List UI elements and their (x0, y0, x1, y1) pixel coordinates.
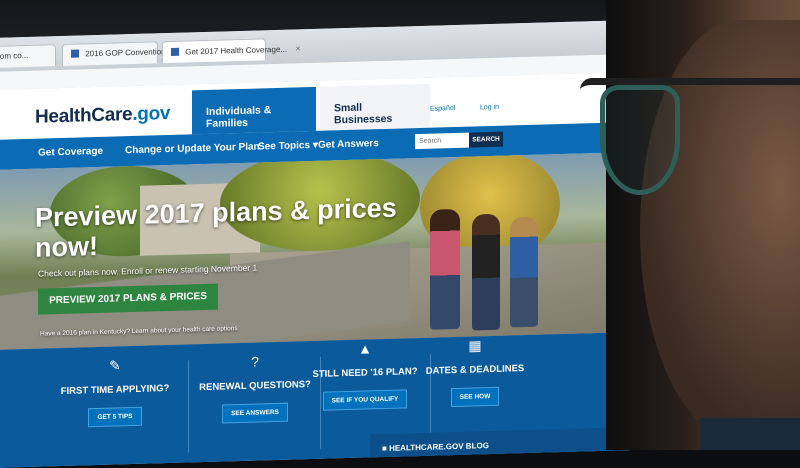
see-answers-button[interactable]: SEE ANSWERS (222, 402, 288, 424)
preview-plans-button[interactable]: PREVIEW 2017 PLANS & PRICES (38, 283, 218, 315)
tab-label: from co... (0, 50, 29, 61)
close-icon[interactable]: × (295, 43, 300, 53)
healthcare-logo[interactable]: HealthCare.gov (35, 103, 170, 129)
search-button[interactable]: SEARCH (469, 131, 503, 148)
blog-title-text: HEALTHCARE.GOV BLOG (389, 441, 489, 453)
nav-get-coverage[interactable]: Get Coverage (38, 146, 103, 159)
calendar-icon: ▦ (468, 337, 482, 354)
browser-tab-active[interactable]: Get 2017 Health Coverage... × (162, 38, 301, 64)
monitor-screen: from co... 2016 GOP Convention - 2... Ge… (0, 20, 630, 468)
blog-box[interactable]: ■ HEALTHCARE.GOV BLOG October 24 (370, 427, 630, 468)
get-tips-button[interactable]: GET 5 TIPS (88, 406, 142, 428)
nav-see-topics[interactable]: See Topics ▾ (258, 140, 318, 153)
browser-tab[interactable]: from co... (0, 44, 56, 69)
card-title: DATES & DEADLINES (425, 363, 525, 377)
tab-small-businesses[interactable]: Small Businesses (320, 83, 430, 131)
divider (188, 360, 189, 453)
person-figure (510, 216, 538, 328)
favicon-icon (71, 49, 79, 58)
hero-banner: Preview 2017 plans & prices now! Check o… (0, 152, 630, 350)
glasses-lens (600, 85, 680, 195)
card-first-time: ✎ FIRST TIME APPLYING? GET 5 TIPS (50, 355, 180, 468)
tab-label: Get 2017 Health Coverage... (185, 44, 288, 57)
browser-tab[interactable]: 2016 GOP Convention - 2... (62, 41, 184, 66)
card-title: FIRST TIME APPLYING? (60, 382, 170, 398)
blog-title: ■ HEALTHCARE.GOV BLOG (382, 441, 489, 453)
pencil-icon: ✎ (109, 357, 121, 374)
login-link[interactable]: Log in (480, 104, 499, 112)
language-link[interactable]: Español (430, 105, 455, 113)
tab-individuals-families[interactable]: Individuals & Families (192, 86, 316, 135)
see-how-button[interactable]: SEE HOW (450, 386, 500, 408)
blog-date: October 24 (384, 459, 414, 466)
search-input[interactable] (415, 132, 473, 150)
favicon-icon (171, 47, 179, 56)
hero-title: Preview 2017 plans & prices now! (35, 192, 397, 263)
desk-screen-edge (700, 418, 800, 450)
nav-change-plan[interactable]: Change or Update Your Plan (125, 141, 260, 156)
chat-icon: ■ (382, 443, 390, 454)
person-figure (472, 213, 500, 331)
person-figure (430, 208, 460, 330)
nav-get-answers[interactable]: Get Answers (318, 138, 379, 151)
see-if-qualify-button[interactable]: SEE IF YOU QUALIFY (322, 389, 408, 411)
quick-links-panel: ✎ FIRST TIME APPLYING? GET 5 TIPS ? RENE… (0, 332, 630, 468)
logo-suffix: .gov (132, 102, 171, 126)
logo-text: HealthCare (35, 104, 133, 128)
